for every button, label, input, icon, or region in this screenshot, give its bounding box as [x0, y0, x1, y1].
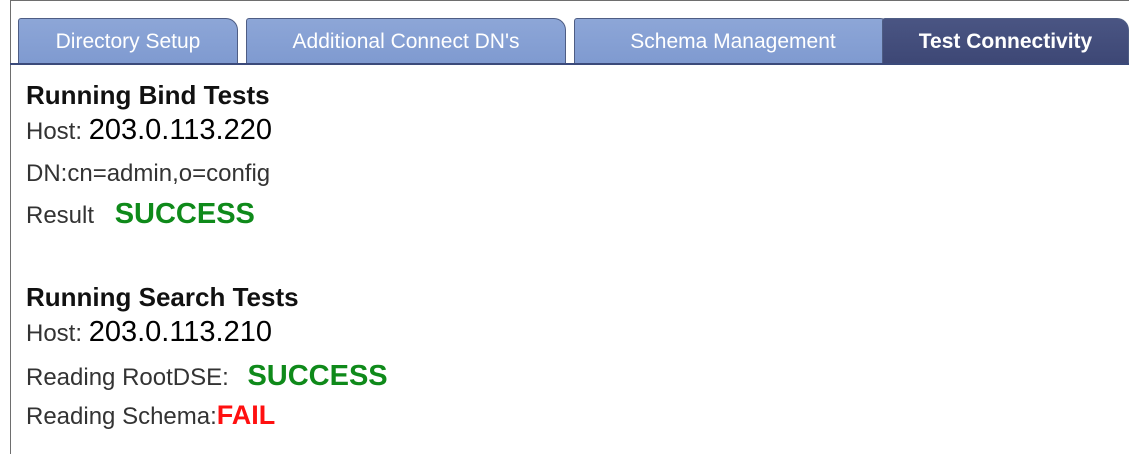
bind-result-label: Result	[26, 202, 95, 229]
tab-directory-setup[interactable]: Directory Setup	[18, 18, 238, 64]
bind-tests-heading: Running Bind Tests	[26, 80, 270, 110]
bind-result-status: SUCCESS	[114, 198, 255, 230]
search-host-row: Host: 203.0.113.210	[26, 316, 272, 349]
bind-host-value: 203.0.113.220	[88, 114, 272, 146]
tab-bar-underline	[10, 63, 1129, 65]
search-host-value: 203.0.113.210	[88, 316, 272, 348]
schema-status: FAIL	[216, 400, 276, 430]
rootdse-row: Reading RootDSE: SUCCESS	[26, 360, 388, 393]
schema-label: Reading Schema:	[26, 403, 217, 430]
tab-bar: Directory Setup Additional Connect DN's …	[18, 18, 1129, 64]
tab-test-connectivity[interactable]: Test Connectivity	[882, 18, 1129, 64]
search-host-label: Host:	[26, 320, 83, 347]
tab-additional-connect-dns[interactable]: Additional Connect DN's	[246, 18, 566, 64]
bind-dn-label: DN:	[26, 160, 68, 187]
bind-host-row: Host: 203.0.113.220	[26, 114, 272, 147]
bind-dn-value: cn=admin,o=config	[67, 160, 271, 187]
tab-schema-management[interactable]: Schema Management	[574, 18, 892, 64]
search-tests-heading: Running Search Tests	[26, 282, 299, 312]
bind-host-label: Host:	[26, 118, 83, 145]
rootdse-label: Reading RootDSE:	[26, 364, 229, 391]
rootdse-status: SUCCESS	[247, 360, 388, 392]
bind-result-row: Result SUCCESS	[26, 198, 255, 231]
bind-dn-row: DN:cn=admin,o=config	[26, 160, 270, 188]
schema-row: Reading Schema:FAIL	[26, 400, 275, 431]
